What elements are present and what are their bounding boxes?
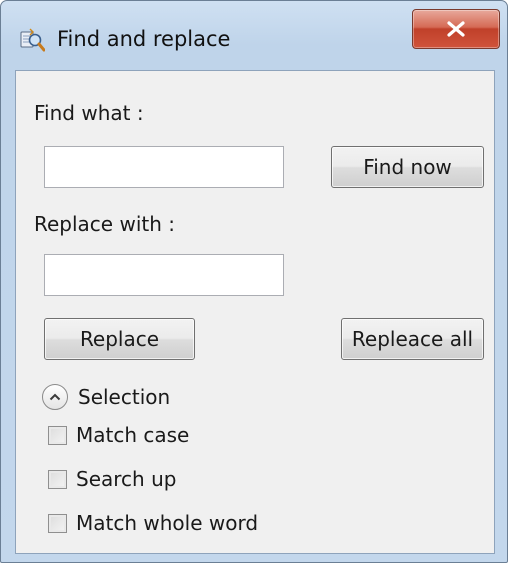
search-up-label: Search up: [76, 467, 177, 491]
window-title: Find and replace: [57, 27, 231, 51]
app-icon: [19, 27, 46, 53]
match-case-checkbox[interactable]: [48, 425, 67, 445]
replace-all-button[interactable]: Repleace all: [341, 318, 484, 360]
chevron-up-icon: [42, 384, 68, 410]
find-replace-dialog: Find and replace Find what : Find now Re…: [0, 0, 508, 563]
selection-label: Selection: [78, 385, 171, 409]
match-whole-word-option[interactable]: Match whole word: [48, 511, 258, 535]
close-button[interactable]: [412, 9, 500, 49]
match-whole-word-label: Match whole word: [76, 511, 259, 535]
selection-expander[interactable]: Selection: [42, 384, 170, 410]
replace-with-label: Replace with :: [34, 212, 175, 236]
match-whole-word-checkbox[interactable]: [48, 513, 67, 533]
replace-button[interactable]: Replace: [44, 318, 195, 360]
match-case-option[interactable]: Match case: [48, 423, 189, 447]
close-icon: [447, 21, 465, 37]
find-now-button[interactable]: Find now: [331, 146, 484, 188]
find-what-label: Find what :: [34, 101, 144, 125]
match-case-label: Match case: [76, 423, 190, 447]
title-bar[interactable]: Find and replace: [1, 1, 507, 67]
dialog-body: Find what : Find now Replace with : Repl…: [15, 70, 495, 554]
replace-with-input[interactable]: [44, 254, 284, 296]
find-what-input[interactable]: [44, 146, 284, 188]
search-up-option[interactable]: Search up: [48, 467, 176, 491]
search-up-checkbox[interactable]: [48, 469, 67, 489]
